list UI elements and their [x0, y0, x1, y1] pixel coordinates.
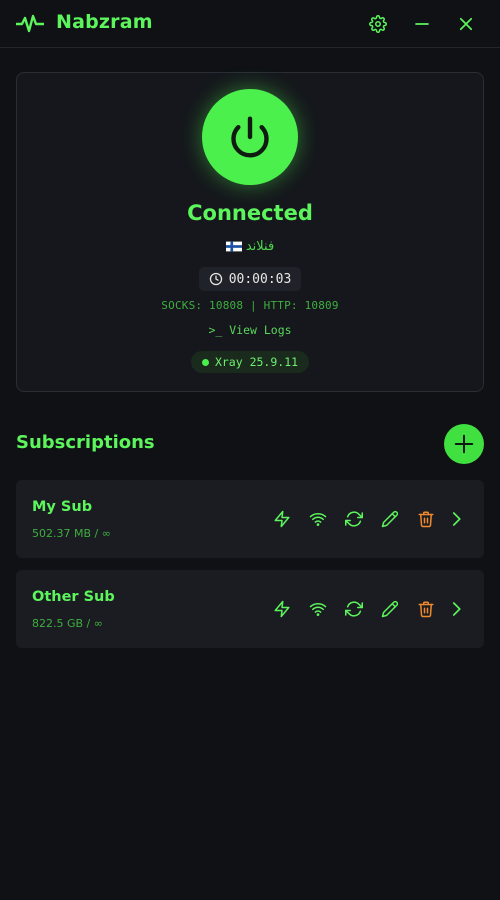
minimize-icon — [415, 23, 429, 25]
view-logs-link[interactable]: >_ View Logs — [17, 323, 483, 337]
minimize-button[interactable] — [410, 12, 434, 36]
test-speed-button[interactable] — [270, 507, 294, 531]
core-version-label: Xray 25.9.11 — [214, 355, 299, 369]
proxy-ports: SOCKS: 10808 | HTTP: 10809 — [161, 299, 339, 312]
edit-button[interactable] — [378, 597, 402, 621]
wifi-icon — [309, 602, 327, 616]
finland-flag-icon — [225, 241, 242, 252]
refresh-button[interactable] — [342, 597, 366, 621]
close-icon — [459, 17, 473, 31]
clock-icon — [209, 272, 222, 286]
subscription-name: My Sub — [32, 499, 93, 515]
refresh-button[interactable] — [342, 507, 366, 531]
subscription-name: Other Sub — [32, 589, 115, 605]
subscription-card[interactable]: Other Sub 822.5 GB / ∞ — [16, 570, 484, 648]
ping-button[interactable] — [306, 507, 330, 531]
location-label: فنلاند — [245, 239, 275, 254]
wifi-icon — [309, 512, 327, 526]
chevron-right-icon — [452, 512, 461, 526]
open-subscription-button[interactable] — [444, 597, 468, 621]
open-subscription-button[interactable] — [444, 507, 468, 531]
chevron-right-icon — [452, 602, 461, 616]
close-button[interactable] — [454, 12, 478, 36]
subscription-usage: 502.37 MB / ∞ — [32, 527, 111, 540]
refresh-icon — [345, 601, 363, 617]
pulse-logo-icon — [16, 14, 44, 33]
settings-button[interactable] — [366, 12, 390, 36]
connection-timer: 00:00:03 — [199, 267, 301, 291]
edit-button[interactable] — [378, 507, 402, 531]
power-icon — [231, 116, 269, 158]
app-title: Nabzram — [56, 11, 153, 33]
connection-status: Connected — [187, 201, 313, 225]
pencil-icon — [381, 510, 399, 528]
trash-icon — [418, 601, 434, 618]
delete-button[interactable] — [414, 597, 438, 621]
title-bar: Nabzram — [0, 0, 500, 48]
lightning-icon — [274, 600, 290, 618]
server-location: فنلاند — [17, 239, 483, 254]
lightning-icon — [274, 510, 290, 528]
trash-icon — [418, 511, 434, 528]
add-subscription-button[interactable] — [444, 424, 484, 464]
gear-icon — [369, 15, 387, 33]
refresh-icon — [345, 511, 363, 527]
delete-button[interactable] — [414, 507, 438, 531]
subscription-usage: 822.5 GB / ∞ — [32, 617, 103, 630]
test-speed-button[interactable] — [270, 597, 294, 621]
plus-icon — [454, 434, 474, 454]
status-dot-icon — [201, 358, 209, 366]
power-button[interactable] — [202, 89, 298, 185]
subscription-card[interactable]: My Sub 502.37 MB / ∞ — [16, 480, 484, 558]
connection-card: Connected فنلاند 00:00:03 SOCKS: 10808 |… — [16, 72, 484, 392]
timer-value: 00:00:03 — [228, 271, 292, 287]
subscriptions-title: Subscriptions — [16, 432, 155, 453]
ping-button[interactable] — [306, 597, 330, 621]
core-version-badge: Xray 25.9.11 — [191, 351, 309, 373]
pencil-icon — [381, 600, 399, 618]
